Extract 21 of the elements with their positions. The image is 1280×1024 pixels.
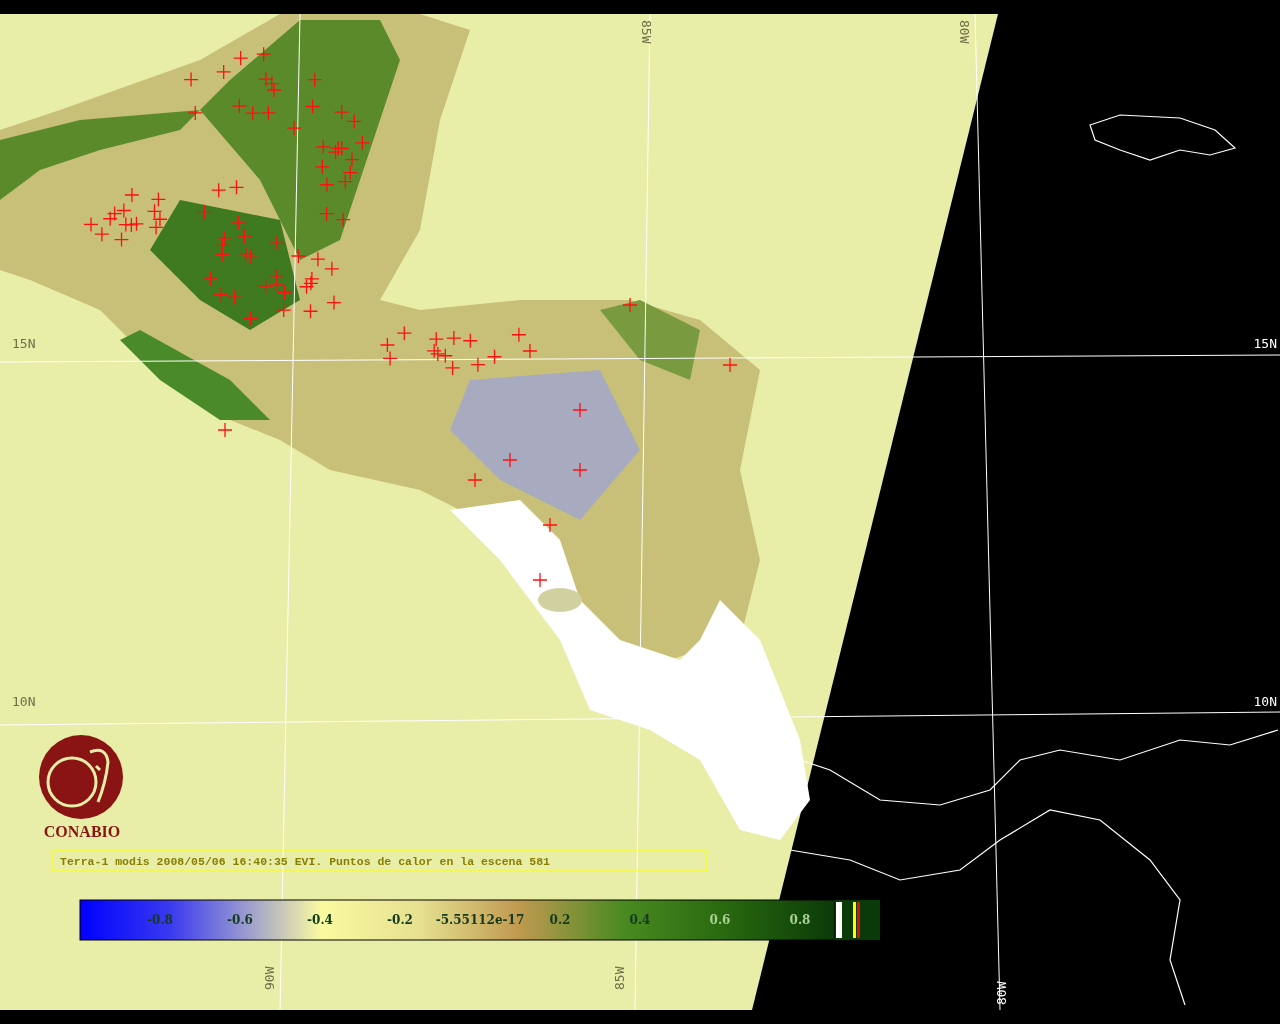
latitude-label: 15N — [1253, 336, 1277, 351]
hotspot-legend-swatches-icon — [835, 900, 880, 940]
scale-tick-label: 0.4 — [629, 913, 651, 927]
longitude-label: 80W — [957, 20, 972, 44]
longitude-label: 85W — [639, 20, 654, 44]
longitude-label: 90W — [262, 966, 277, 990]
scale-tick-label: -0.2 — [387, 913, 413, 927]
longitude-label: 80W — [994, 981, 1009, 1005]
scale-tick-label: -5.55112e-17 — [435, 913, 525, 927]
map-caption: Terra-1 modis 2008/05/06 16:40:35 EVI. Puntos de calor en la escena 581 — [60, 855, 550, 868]
longitude-label: 85W — [612, 966, 627, 990]
latitude-label: 10N — [1253, 694, 1277, 709]
latitude-label: 10N — [12, 694, 36, 709]
scale-tick-label: 0.6 — [709, 913, 731, 927]
scale-tick-label: 0.8 — [789, 913, 811, 927]
scale-tick-label: -0.8 — [147, 913, 173, 927]
scale-tick-label: -0.6 — [227, 913, 253, 927]
logo-text: CONABIO — [43, 823, 121, 840]
scale-tick-label: -0.4 — [307, 913, 333, 927]
scale-tick-label: 0.2 — [549, 913, 571, 927]
latitude-label: 15N — [12, 336, 36, 351]
